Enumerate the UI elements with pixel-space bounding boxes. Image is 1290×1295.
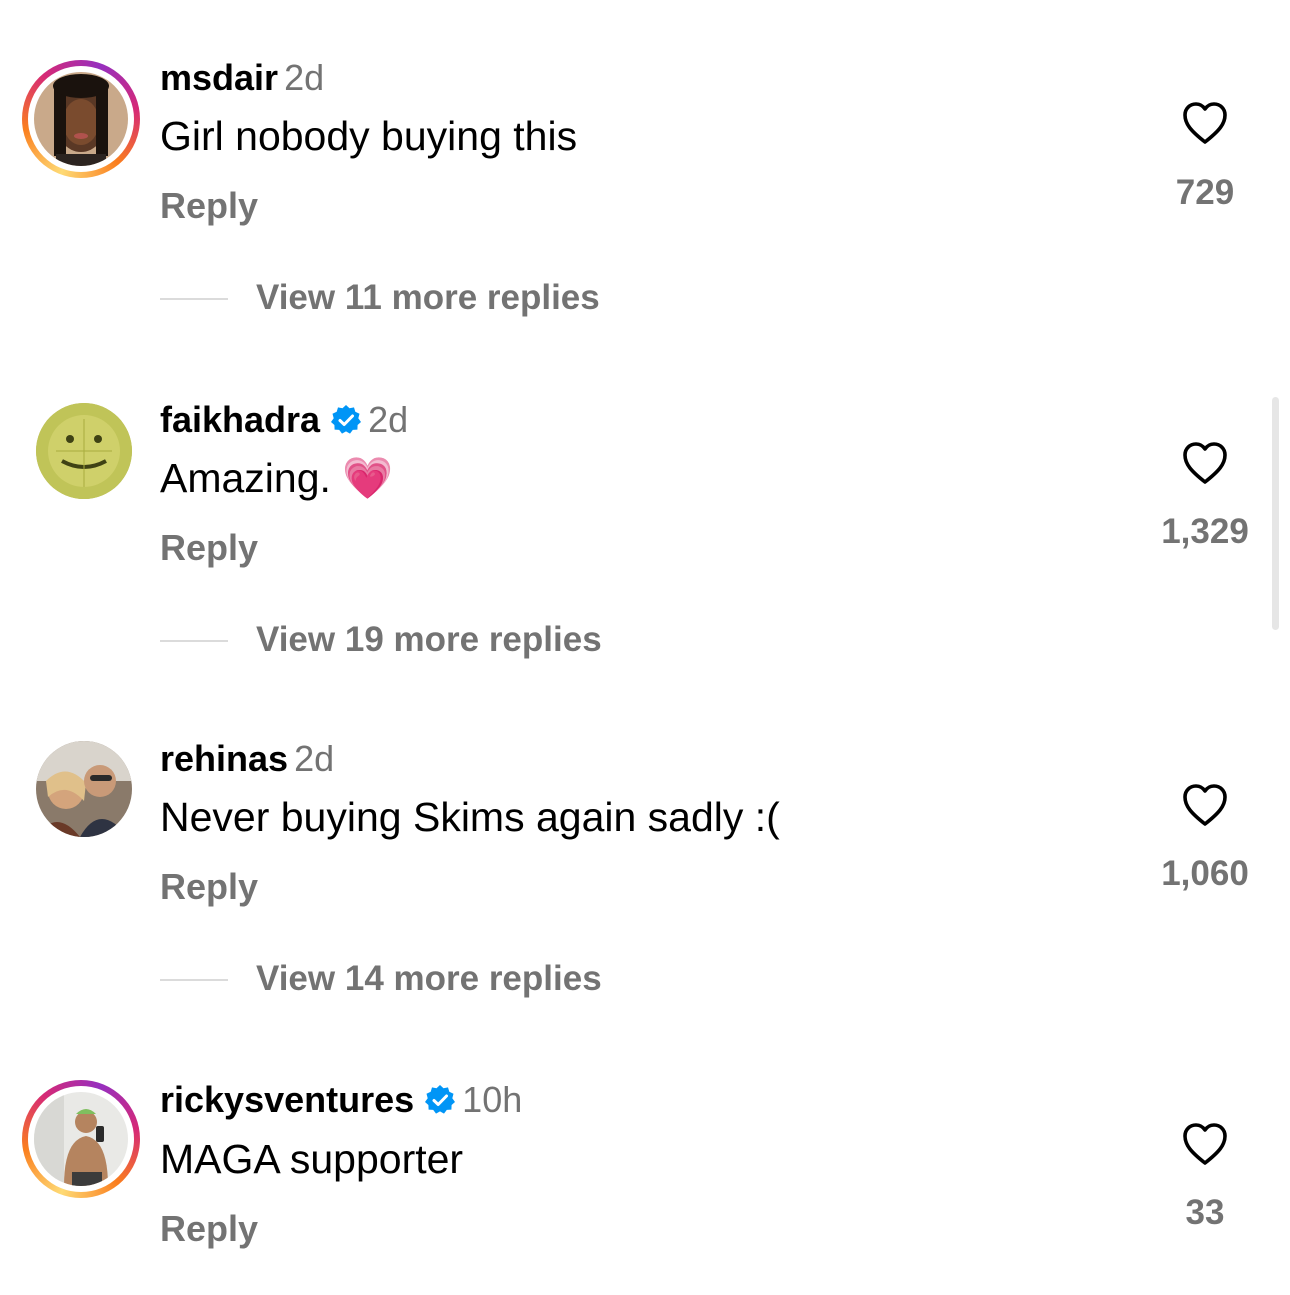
avatar (34, 72, 128, 166)
comment-header: msdair 2d (160, 58, 324, 98)
timestamp: 2d (284, 57, 325, 98)
username[interactable]: faikhadra (160, 399, 320, 440)
reply-button[interactable]: Reply (160, 867, 258, 907)
comment-header: rehinas 2d (160, 739, 334, 779)
avatar (34, 1092, 128, 1186)
like-count: 1,329 (1161, 512, 1249, 551)
view-replies-label: View 14 more replies (256, 959, 602, 998)
like-count: 33 (1185, 1193, 1225, 1232)
avatar (36, 741, 132, 837)
username[interactable]: rehinas (160, 738, 288, 779)
comment-header: faikhadra 2d (160, 400, 408, 440)
comment-text: Never buying Skims again sadly :( (160, 794, 780, 840)
avatar-container[interactable] (22, 389, 140, 507)
timestamp: 10h (462, 1079, 523, 1120)
username[interactable]: rickysventures (160, 1079, 414, 1120)
view-more-replies[interactable]: View 19 more replies (160, 620, 660, 660)
verified-badge-icon (331, 405, 362, 434)
like-button[interactable] (1150, 440, 1260, 486)
heart-outline-icon (1183, 102, 1227, 144)
scrollbar[interactable] (1272, 397, 1279, 630)
timestamp: 2d (368, 399, 409, 440)
avatar (36, 403, 132, 499)
heart-outline-icon (1183, 1123, 1227, 1165)
story-ring[interactable] (22, 60, 140, 178)
like-count: 1,060 (1161, 854, 1249, 893)
like-count: 729 (1175, 173, 1235, 212)
heart-outline-icon (1183, 784, 1227, 826)
comment-header: rickysventures 10h (160, 1080, 522, 1120)
divider-line (160, 640, 228, 642)
view-replies-label: View 19 more replies (256, 620, 602, 659)
username[interactable]: msdair (160, 57, 278, 98)
timestamp: 2d (294, 738, 335, 779)
like-button[interactable] (1150, 782, 1260, 828)
view-replies-label: View 11 more replies (256, 278, 600, 317)
avatar-container[interactable] (22, 727, 140, 845)
reply-button[interactable]: Reply (160, 528, 258, 568)
comment-text: Girl nobody buying this (160, 113, 578, 159)
reply-button[interactable]: Reply (160, 1209, 258, 1249)
heart-outline-icon (1183, 442, 1227, 484)
like-button[interactable] (1150, 1121, 1260, 1167)
comment-text: Amazing. 💗 (160, 455, 394, 501)
reply-button[interactable]: Reply (160, 186, 258, 226)
story-ring[interactable] (22, 1080, 140, 1198)
divider-line (160, 298, 228, 300)
divider-line (160, 979, 228, 981)
like-button[interactable] (1150, 100, 1260, 146)
view-more-replies[interactable]: View 11 more replies (160, 278, 660, 318)
comment-text: MAGA supporter (160, 1136, 464, 1182)
verified-badge-icon (425, 1085, 456, 1114)
view-more-replies[interactable]: View 14 more replies (160, 959, 660, 999)
